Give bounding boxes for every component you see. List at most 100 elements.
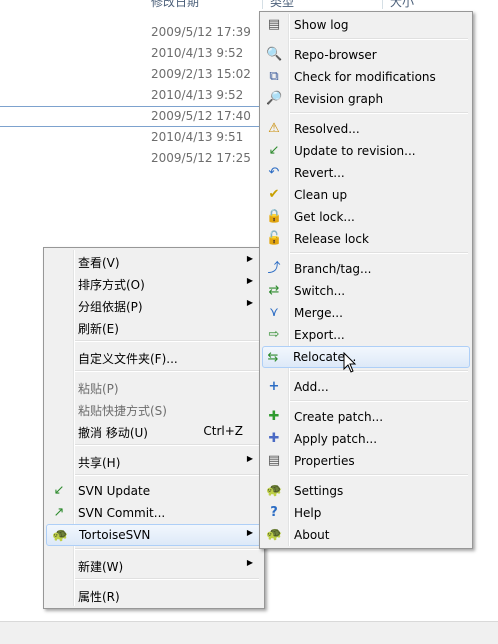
svn-item-revert[interactable]: ↶ Revert...: [263, 162, 469, 184]
modified-date: 2009/2/13 15:02: [151, 67, 251, 81]
revision-graph-icon: 🔎: [266, 91, 283, 106]
shortcut-label: Ctrl+Z: [203, 424, 243, 438]
submenu-arrow-icon: ▶: [246, 276, 253, 285]
tortoisesvn-submenu: ▤ Show log 🔍 Repo-browser ⧉ Check for mo…: [259, 11, 473, 549]
merge-icon: ⋎: [269, 305, 279, 320]
revert-icon: ↶: [268, 165, 280, 180]
apply-patch-icon: ✚: [268, 431, 280, 446]
column-divider[interactable]: [382, 0, 383, 9]
menu-separator: [75, 578, 259, 580]
menu-item-tortoisesvn[interactable]: 🐢 TortoiseSVN ▶: [46, 524, 262, 546]
resolved-icon: ⚠: [268, 121, 280, 136]
branch-tag-icon: ⤴: [267, 261, 281, 276]
details-pane: [0, 621, 498, 644]
menu-item-new[interactable]: 新建(W) ▶: [47, 554, 261, 576]
file-row[interactable]: 2009/2/13 15:02: [0, 64, 262, 85]
svn-update-icon: ↙: [53, 483, 65, 498]
switch-icon: ⇄: [268, 283, 280, 298]
svn-item-about[interactable]: 🐢 About: [263, 524, 469, 546]
menu-item-paste[interactable]: 粘贴(P): [47, 376, 261, 398]
menu-item-refresh[interactable]: 刷新(E): [47, 316, 261, 338]
svn-item-switch[interactable]: ⇄ Switch...: [263, 280, 469, 302]
unlock-icon: 🔓: [266, 231, 283, 246]
relocate-icon: ⇆: [267, 350, 279, 365]
clean-up-icon: ✔: [268, 187, 280, 202]
column-header-type[interactable]: 类型: [270, 0, 294, 9]
svn-item-properties[interactable]: ▤ Properties: [263, 450, 469, 472]
export-icon: ⇨: [268, 327, 280, 342]
file-row[interactable]: 2009/5/12 17:25: [0, 148, 262, 169]
menu-item-sort-by[interactable]: 排序方式(O) ▶: [47, 272, 261, 294]
menu-item-view[interactable]: 查看(V) ▶: [47, 250, 261, 272]
svn-item-relocate[interactable]: ⇆ Relocate...: [262, 346, 470, 368]
file-row[interactable]: 2010/4/13 9:52: [0, 43, 262, 64]
menu-separator: [75, 474, 259, 476]
add-icon: +: [268, 379, 280, 394]
svn-item-revision-graph[interactable]: 🔎 Revision graph: [263, 88, 469, 110]
menu-separator: [75, 444, 259, 446]
column-divider[interactable]: [262, 0, 263, 9]
submenu-arrow-icon: ▶: [246, 528, 253, 537]
modified-date: 2009/5/12 17:39: [151, 25, 251, 39]
submenu-arrow-icon: ▶: [246, 454, 253, 463]
mouse-cursor-icon: [343, 352, 357, 373]
svn-item-check-modifications[interactable]: ⧉ Check for modifications: [263, 66, 469, 88]
menu-item-svn-update[interactable]: ↙ SVN Update: [47, 480, 261, 502]
column-header-date[interactable]: 修改日期: [151, 0, 199, 9]
menu-separator: [75, 340, 259, 342]
svn-item-get-lock[interactable]: 🔒 Get lock...: [263, 206, 469, 228]
show-log-icon: ▤: [267, 17, 281, 32]
svn-item-create-patch[interactable]: ✚ Create patch...: [263, 406, 469, 428]
svn-item-clean-up[interactable]: ✔ Clean up: [263, 184, 469, 206]
update-to-revision-icon: ↙: [268, 143, 280, 158]
menu-item-customize-folder[interactable]: 自定义文件夹(F)...: [47, 346, 261, 368]
menu-item-properties[interactable]: 属性(R): [47, 584, 261, 606]
menu-item-svn-commit[interactable]: ↗ SVN Commit...: [47, 502, 261, 524]
submenu-arrow-icon: ▶: [246, 298, 253, 307]
menu-item-share[interactable]: 共享(H) ▶: [47, 450, 261, 472]
tortoise-icon: 🐢: [52, 528, 69, 543]
submenu-arrow-icon: ▶: [246, 254, 253, 263]
svn-item-export[interactable]: ⇨ Export...: [263, 324, 469, 346]
svn-item-update-to-revision[interactable]: ↙ Update to revision...: [263, 140, 469, 162]
check-modifications-icon: ⧉: [269, 69, 279, 84]
repo-browser-icon: 🔍: [266, 47, 283, 62]
svn-item-repo-browser[interactable]: 🔍 Repo-browser: [263, 44, 469, 66]
svn-item-settings[interactable]: 🐢 Settings: [263, 480, 469, 502]
menu-separator: [290, 474, 468, 476]
explorer-context-menu: 查看(V) ▶ 排序方式(O) ▶ 分组依据(P) ▶ 刷新(E) 自定义文件夹…: [43, 247, 265, 609]
menu-separator: [290, 112, 468, 114]
about-icon: 🐢: [266, 527, 283, 542]
menu-separator: [75, 370, 259, 372]
menu-separator: [75, 548, 259, 550]
settings-icon: 🐢: [266, 483, 283, 498]
menu-item-paste-shortcut[interactable]: 粘贴快捷方式(S): [47, 398, 261, 420]
file-row[interactable]: 2010/4/13 9:52: [0, 85, 262, 106]
menu-separator: [290, 400, 468, 402]
menu-item-undo-move[interactable]: 撤消 移动(U) Ctrl+Z: [47, 420, 261, 442]
menu-separator: [290, 252, 468, 254]
modified-date: 2009/5/12 17:25: [151, 151, 251, 165]
menu-separator: [290, 38, 468, 40]
svn-item-help[interactable]: ? Help: [263, 502, 469, 524]
file-row-selected[interactable]: 2009/5/12 17:40: [0, 106, 262, 127]
svn-commit-icon: ↗: [53, 505, 65, 520]
modified-date: 2010/4/13 9:52: [151, 88, 244, 102]
modified-date: 2009/5/12 17:40: [151, 109, 251, 123]
column-header-size[interactable]: 大小: [390, 0, 414, 9]
modified-date: 2010/4/13 9:51: [151, 130, 244, 144]
svn-item-add[interactable]: + Add...: [263, 376, 469, 398]
menu-item-group-by[interactable]: 分组依据(P) ▶: [47, 294, 261, 316]
lock-icon: 🔒: [266, 209, 283, 224]
svn-item-release-lock[interactable]: 🔓 Release lock: [263, 228, 469, 250]
svn-item-branch-tag[interactable]: ⤴ Branch/tag...: [263, 258, 469, 280]
svn-item-resolved[interactable]: ⚠ Resolved...: [263, 118, 469, 140]
properties-icon: ▤: [267, 453, 281, 468]
svn-item-show-log[interactable]: ▤ Show log: [263, 14, 469, 36]
file-row[interactable]: 2009/5/12 17:39: [0, 22, 262, 43]
modified-date: 2010/4/13 9:52: [151, 46, 244, 60]
help-icon: ?: [270, 505, 278, 520]
svn-item-apply-patch[interactable]: ✚ Apply patch...: [263, 428, 469, 450]
svn-item-merge[interactable]: ⋎ Merge...: [263, 302, 469, 324]
file-row[interactable]: 2010/4/13 9:51: [0, 127, 262, 148]
